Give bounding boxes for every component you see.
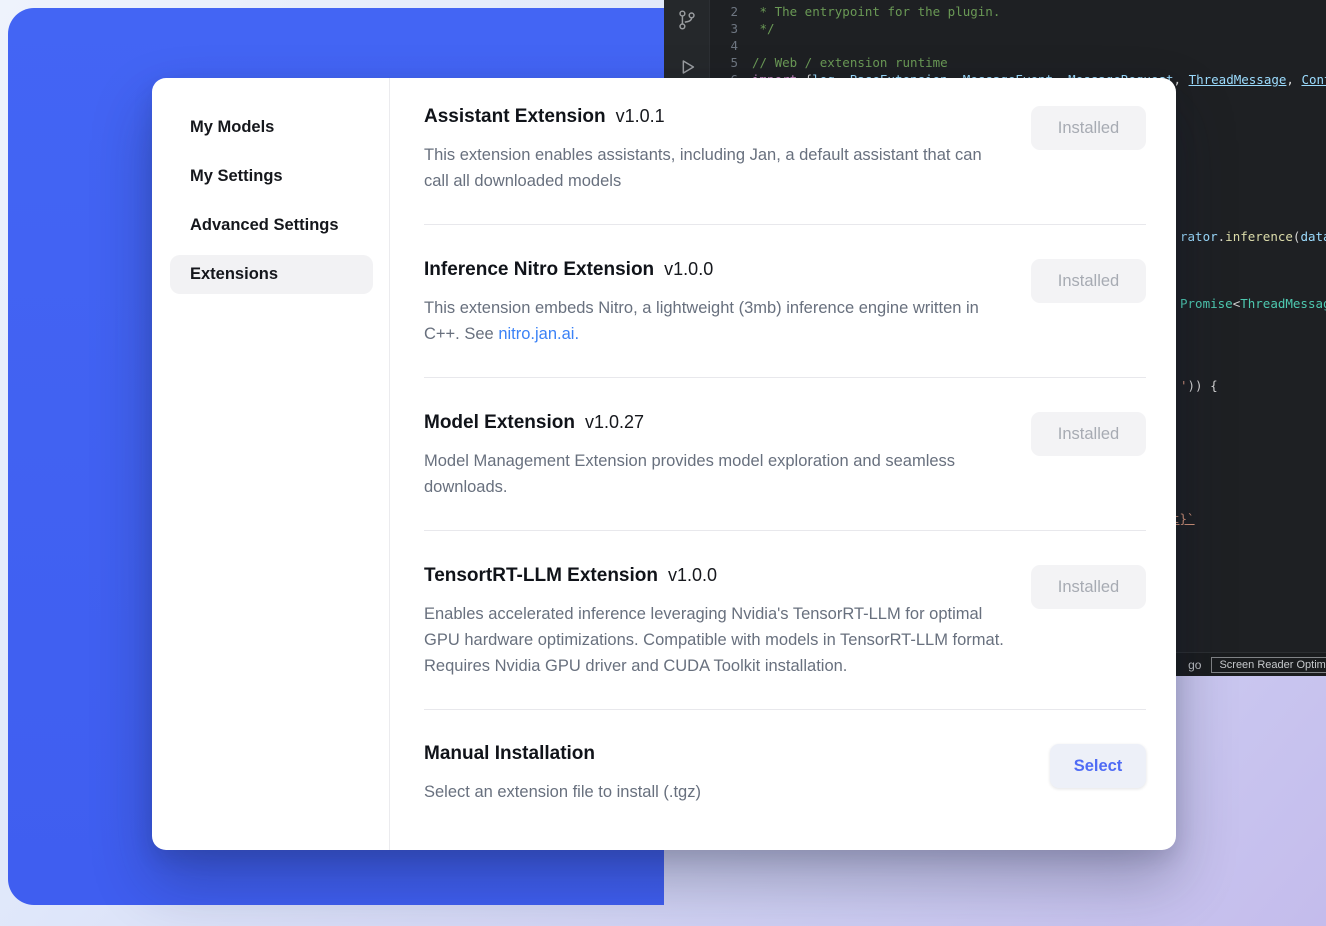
code-fragment: rator.inference(data)); xyxy=(1180,229,1326,244)
manual-installation-title: Manual Installation xyxy=(424,742,701,766)
extension-row-tensorrt-llm: TensortRT-LLM Extension v1.0.0 Enables ac… xyxy=(424,531,1146,710)
code-fragment: ')) { xyxy=(1180,378,1218,393)
extension-info: Model Extension v1.0.27 Model Management … xyxy=(424,410,1006,500)
page: 2 * The entrypoint for the plugin.3 */45… xyxy=(0,0,1326,926)
extension-title: Inference Nitro Extension v1.0.0 xyxy=(424,257,1006,282)
code-line: 2 * The entrypoint for the plugin. xyxy=(710,3,1326,20)
screen-reader-badge: Screen Reader Optimized xyxy=(1211,657,1326,673)
extension-name: Inference Nitro Extension xyxy=(424,259,654,280)
extension-row-inference-nitro: Inference Nitro Extension v1.0.0 This ext… xyxy=(424,225,1146,378)
installed-button[interactable]: Installed xyxy=(1031,259,1146,303)
extension-info: Inference Nitro Extension v1.0.0 This ext… xyxy=(424,257,1006,347)
sidebar-item-extensions[interactable]: Extensions xyxy=(170,255,373,294)
source-control-icon xyxy=(676,9,698,36)
extension-row-assistant: Assistant Extension v1.0.1 This extension… xyxy=(424,90,1146,225)
extension-name: Assistant Extension xyxy=(424,106,606,127)
settings-sidebar: My Models My Settings Advanced Settings … xyxy=(152,78,390,850)
extension-description: This extension enables assistants, inclu… xyxy=(424,142,1006,194)
sidebar-item-advanced-settings[interactable]: Advanced Settings xyxy=(170,206,373,245)
code-line: 5// Web / extension runtime xyxy=(710,54,1326,71)
extension-version: v1.0.27 xyxy=(585,412,644,432)
select-file-button[interactable]: Select xyxy=(1050,744,1146,788)
settings-modal: My Models My Settings Advanced Settings … xyxy=(152,78,1176,850)
sidebar-item-my-settings[interactable]: My Settings xyxy=(170,157,373,196)
extension-info: TensortRT-LLM Extension v1.0.0 Enables ac… xyxy=(424,563,1006,679)
installed-button[interactable]: Installed xyxy=(1031,106,1146,150)
extension-title: TensortRT-LLM Extension v1.0.0 xyxy=(424,563,1006,588)
manual-installation-row: Manual Installation Select an extension … xyxy=(424,710,1146,835)
extension-description: Model Management Extension provides mode… xyxy=(424,448,1006,500)
code-line: 4 xyxy=(710,37,1326,54)
installed-button[interactable]: Installed xyxy=(1031,565,1146,609)
extension-name: Model Extension xyxy=(424,412,575,433)
code-line: 3 */ xyxy=(710,20,1326,37)
extension-version: v1.0.1 xyxy=(616,106,665,126)
extension-info: Assistant Extension v1.0.1 This extension… xyxy=(424,104,1006,194)
extension-description: Enables accelerated inference leveraging… xyxy=(424,601,1006,679)
extension-title: Model Extension v1.0.27 xyxy=(424,410,1006,435)
manual-installation-name: Manual Installation xyxy=(424,743,595,764)
extensions-list: Assistant Extension v1.0.1 This extension… xyxy=(390,78,1176,850)
manual-installation-info: Manual Installation Select an extension … xyxy=(424,742,701,805)
manual-installation-description: Select an extension file to install (.tg… xyxy=(424,779,701,805)
extension-row-model: Model Extension v1.0.27 Model Management … xyxy=(424,378,1146,531)
extension-title: Assistant Extension v1.0.1 xyxy=(424,104,1006,129)
nitro-jan-ai-link[interactable]: nitro.jan.ai. xyxy=(498,325,579,343)
status-item: go xyxy=(1188,658,1201,672)
sidebar-item-my-models[interactable]: My Models xyxy=(170,108,373,147)
extension-name: TensortRT-LLM Extension xyxy=(424,565,658,586)
installed-button[interactable]: Installed xyxy=(1031,412,1146,456)
extension-description: This extension embeds Nitro, a lightweig… xyxy=(424,295,1006,347)
code-fragment: Promise<ThreadMessage> xyxy=(1180,296,1326,311)
extension-version: v1.0.0 xyxy=(668,565,717,585)
extension-version: v1.0.0 xyxy=(664,259,713,279)
